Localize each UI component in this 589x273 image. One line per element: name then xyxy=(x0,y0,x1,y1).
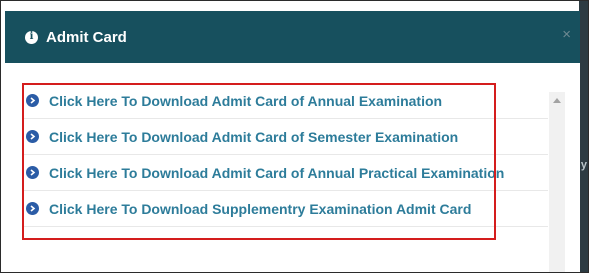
backdrop-text-fragment: y xyxy=(580,159,587,171)
chevron-circle-right-icon xyxy=(26,166,39,179)
list-item: Click Here To Download Admit Card of Ann… xyxy=(22,155,548,191)
download-supplementary-exam-admit-card-link[interactable]: Click Here To Download Supplementry Exam… xyxy=(49,201,471,217)
admit-card-modal: i Admit Card × Click Here To Download Ad… xyxy=(5,11,580,272)
download-annual-practical-exam-admit-card-link[interactable]: Click Here To Download Admit Card of Ann… xyxy=(49,165,504,181)
list-item: Click Here To Download Supplementry Exam… xyxy=(22,191,548,227)
chevron-circle-right-icon xyxy=(26,94,39,107)
screenshot-frame: y i Admit Card × Click Here To Download … xyxy=(0,0,589,273)
modal-title: Admit Card xyxy=(46,28,127,46)
modal-header: i Admit Card × xyxy=(5,11,580,63)
close-icon[interactable]: × xyxy=(562,27,571,42)
page-backdrop: y xyxy=(579,1,588,272)
chevron-circle-right-icon xyxy=(26,130,39,143)
info-circle-icon: i xyxy=(25,30,38,44)
scroll-up-arrow-icon[interactable] xyxy=(553,98,561,103)
admit-card-link-list: Click Here To Download Admit Card of Ann… xyxy=(22,83,548,227)
list-item: Click Here To Download Admit Card of Sem… xyxy=(22,119,548,155)
scrollbar[interactable] xyxy=(549,92,565,272)
download-annual-exam-admit-card-link[interactable]: Click Here To Download Admit Card of Ann… xyxy=(49,93,442,109)
download-semester-exam-admit-card-link[interactable]: Click Here To Download Admit Card of Sem… xyxy=(49,129,458,145)
list-item: Click Here To Download Admit Card of Ann… xyxy=(22,83,548,119)
chevron-circle-right-icon xyxy=(26,202,39,215)
